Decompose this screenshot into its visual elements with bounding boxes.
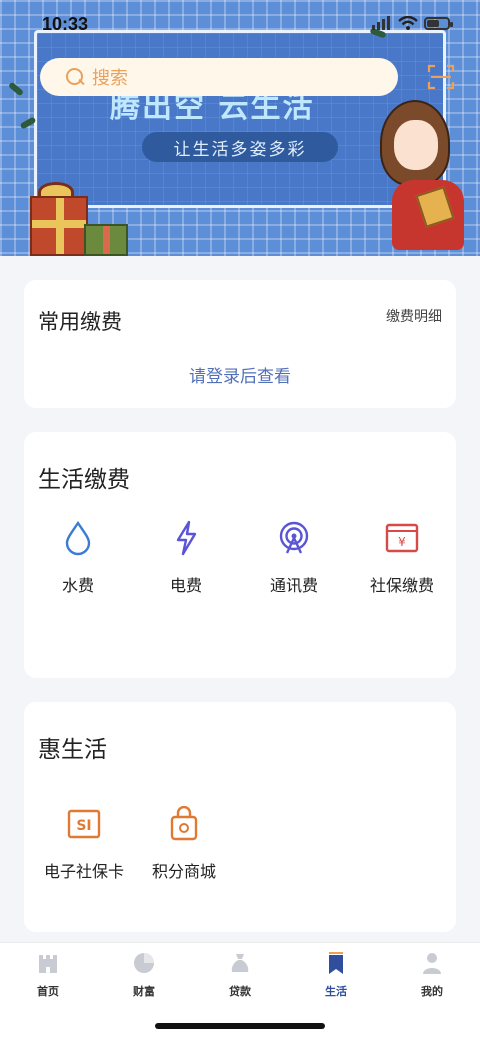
user-icon (420, 951, 444, 979)
svg-text:SI: SI (76, 818, 91, 834)
shopping-bag-icon (164, 804, 204, 844)
status-bar: 10:33 (0, 0, 480, 46)
water-bill-button[interactable]: 水费 (24, 518, 132, 596)
status-time: 10:33 (42, 14, 89, 34)
signal-tower-icon (274, 518, 314, 558)
benefit-life-card: 惠生活 SI 电子社保卡 积分商城 (24, 702, 456, 932)
telecom-bill-label: 通讯费 (269, 576, 318, 595)
common-payment-card: 常用缴费 缴费明细 请登录后查看 (24, 280, 456, 408)
life-payment-card: 生活缴费 水费 电费 通讯费 ¥ 社保缴费 (24, 432, 456, 678)
tab-life-label: 生活 (325, 985, 347, 998)
search-placeholder: 搜索 (92, 68, 128, 89)
tab-wealth[interactable]: 财富 (96, 951, 192, 999)
battery-icon (424, 16, 453, 30)
tab-loan-label: 贷款 (229, 985, 251, 998)
tab-mine-label: 我的 (421, 985, 443, 998)
life-payment-grid: 水费 电费 通讯费 ¥ 社保缴费 (24, 518, 456, 596)
benefit-life-grid: SI 电子社保卡 积分商城 (34, 804, 234, 882)
e-social-card-button[interactable]: SI 电子社保卡 (34, 804, 134, 882)
home-indicator (155, 1023, 325, 1029)
gift-box-small-decoration (84, 224, 128, 256)
social-security-label: 社保缴费 (369, 576, 434, 595)
status-icons (372, 16, 453, 30)
water-drop-icon (58, 518, 98, 558)
tab-wealth-label: 财富 (133, 985, 155, 998)
bookmark-icon (324, 951, 348, 979)
tab-loan[interactable]: 贷款 (192, 951, 288, 999)
search-bar[interactable]: 搜索 (40, 58, 398, 96)
lightning-icon (166, 518, 206, 558)
electricity-bill-label: 电费 (169, 576, 202, 595)
benefit-life-title: 惠生活 (38, 737, 107, 763)
social-security-button[interactable]: ¥ 社保缴费 (348, 518, 456, 596)
e-social-card-label: 电子社保卡 (43, 862, 124, 881)
wifi-icon (398, 16, 418, 30)
payment-detail-link[interactable]: 缴费明细 (386, 306, 442, 326)
tab-home[interactable]: 首页 (0, 951, 96, 999)
leaf-decoration (7, 81, 25, 97)
points-mall-button[interactable]: 积分商城 (134, 804, 234, 882)
telecom-bill-button[interactable]: 通讯费 (240, 518, 348, 596)
social-security-icon: ¥ (382, 518, 422, 558)
scan-icon[interactable] (426, 62, 456, 92)
battery-level (427, 19, 439, 27)
search-icon (64, 66, 86, 88)
svg-text:¥: ¥ (398, 535, 406, 549)
signal-icon (372, 16, 392, 30)
gift-box-decoration (30, 196, 88, 256)
home-castle-icon (36, 951, 60, 979)
banner-subtitle: 让生活多姿多彩 (142, 132, 338, 162)
si-card-icon: SI (64, 804, 104, 844)
common-payment-title: 常用缴费 (38, 310, 122, 334)
money-bag-icon (228, 951, 252, 979)
life-payment-title: 生活缴费 (38, 467, 130, 493)
water-bill-label: 水费 (61, 576, 94, 595)
points-mall-label: 积分商城 (151, 862, 216, 881)
login-prompt-link[interactable]: 请登录后查看 (24, 362, 456, 387)
pie-chart-icon (132, 951, 156, 979)
tab-mine[interactable]: 我的 (384, 951, 480, 999)
girl-face-illustration (394, 120, 438, 170)
tab-home-label: 首页 (37, 985, 59, 998)
tab-life[interactable]: 生活 (288, 951, 384, 999)
electricity-bill-button[interactable]: 电费 (132, 518, 240, 596)
